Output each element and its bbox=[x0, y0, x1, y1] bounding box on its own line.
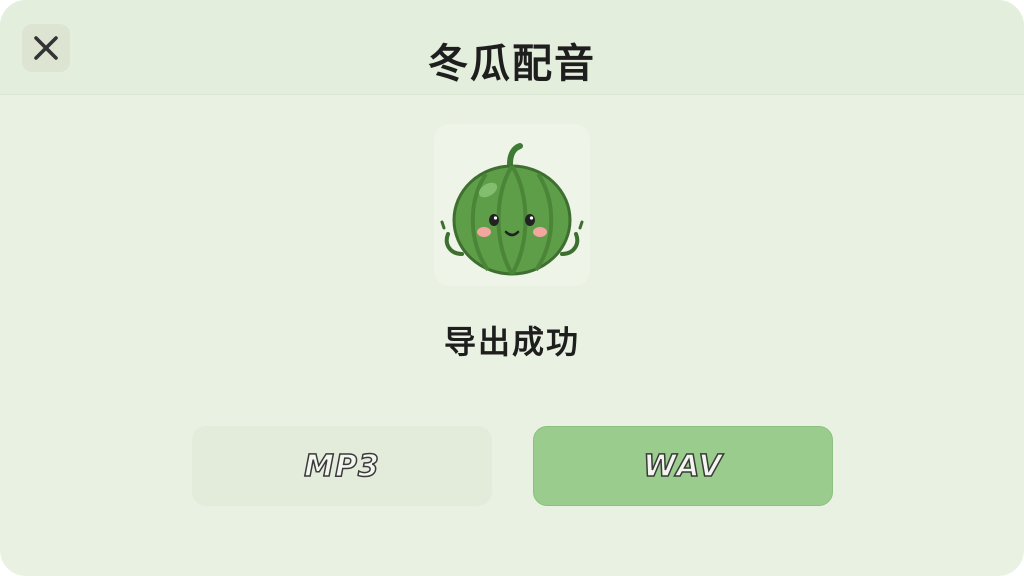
mascot-card bbox=[434, 124, 590, 286]
format-mp3-label: MP3 bbox=[303, 448, 380, 485]
format-mp3-button[interactable]: MP3 bbox=[192, 426, 492, 506]
winter-melon-mascot-icon bbox=[440, 143, 584, 276]
format-wav-label: WAV bbox=[643, 448, 723, 485]
dialog-title: 冬瓜配音 bbox=[428, 41, 596, 87]
format-wav-button[interactable]: WAV bbox=[533, 426, 833, 506]
export-status-text: 导出成功 bbox=[443, 323, 580, 361]
export-success-dialog: 冬瓜配音 导出成功 MP3 WAV bbox=[0, 0, 1024, 576]
